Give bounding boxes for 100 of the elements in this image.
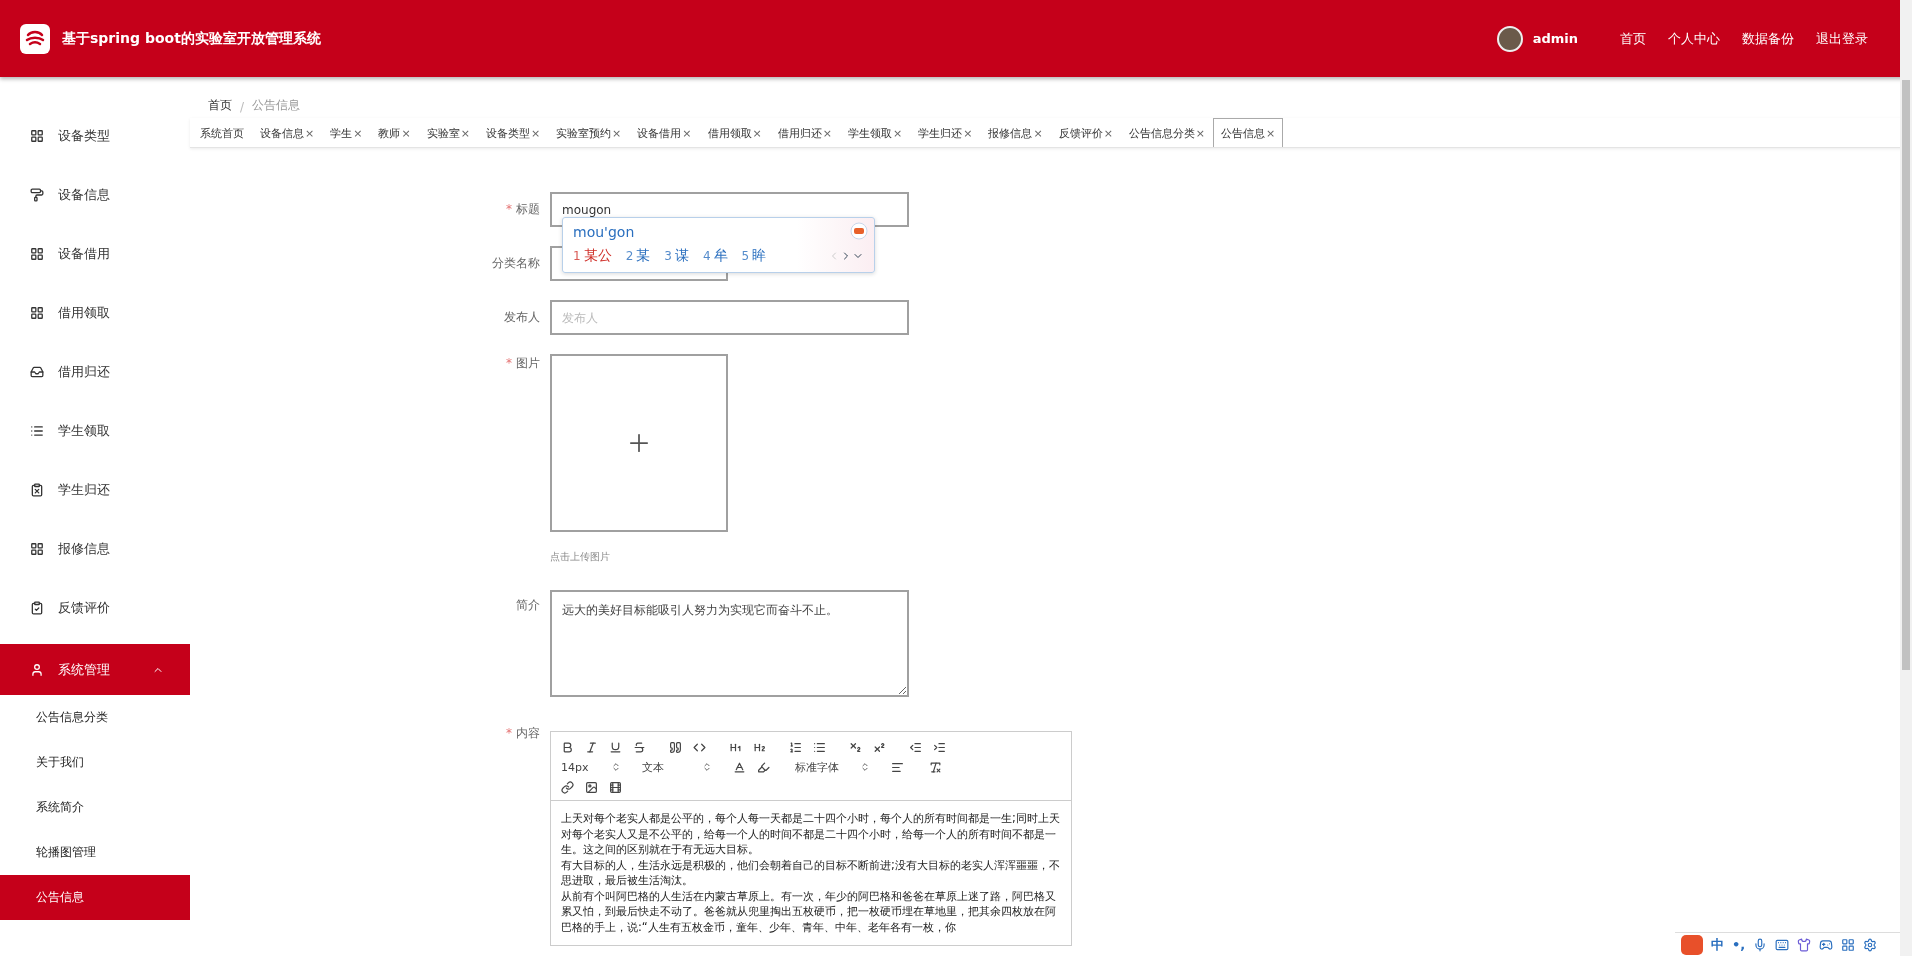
sidebar-group[interactable]: 系统管理: [0, 644, 190, 695]
background-color-button[interactable]: [757, 760, 770, 774]
close-icon[interactable]: ×: [1266, 126, 1276, 140]
sidebar-item[interactable]: 设备信息: [0, 165, 190, 224]
sidebar-item[interactable]: 借用归还: [0, 342, 190, 401]
italic-button[interactable]: [585, 740, 598, 754]
close-icon[interactable]: ×: [963, 126, 973, 140]
close-icon[interactable]: ×: [401, 126, 411, 140]
sidebar-item[interactable]: 学生归还: [0, 460, 190, 519]
keyboard-icon[interactable]: [1775, 937, 1790, 952]
tab[interactable]: 反馈评价×: [1050, 118, 1121, 147]
required-asterisk: *: [506, 202, 512, 216]
tab[interactable]: 设备信息×: [252, 118, 323, 147]
close-icon[interactable]: ×: [752, 126, 762, 140]
avatar[interactable]: [1496, 25, 1523, 52]
ime-candidate[interactable]: 4 牟: [702, 247, 728, 265]
logo-icon: [20, 23, 50, 54]
ime-candidate[interactable]: 2 某: [625, 247, 651, 265]
sidebar-item[interactable]: 学生领取: [0, 401, 190, 460]
ime-candidate[interactable]: 3 谋: [664, 247, 689, 265]
font-family-select[interactable]: 标准字体: [795, 759, 870, 775]
outdent-button[interactable]: [909, 740, 922, 754]
close-icon[interactable]: ×: [305, 126, 315, 140]
breadcrumb-separator: /: [240, 100, 245, 114]
sidebar-item[interactable]: 借用领取: [0, 283, 190, 342]
ime-logo-icon: [1681, 934, 1703, 955]
sidebar-item[interactable]: 反馈评价: [0, 578, 190, 637]
font-size-select[interactable]: 14px: [561, 760, 621, 774]
tab[interactable]: 学生归还×: [910, 118, 981, 147]
textarea-field[interactable]: 远大的美好目标能吸引人努力为实现它而奋斗不止。: [550, 590, 909, 697]
nav-link[interactable]: 个人中心: [1668, 29, 1720, 48]
tab[interactable]: 公告信息×: [1213, 118, 1284, 147]
video-button[interactable]: [609, 780, 622, 794]
tab[interactable]: 学生领取×: [839, 118, 911, 147]
sidebar-subitem[interactable]: 轮播图管理: [0, 830, 190, 875]
ime-mode[interactable]: 中: [1711, 935, 1724, 954]
gamepad-icon[interactable]: [1819, 937, 1834, 952]
close-icon[interactable]: ×: [353, 126, 363, 140]
close-icon[interactable]: ×: [1033, 126, 1043, 140]
input-field[interactable]: 发布人: [550, 300, 909, 335]
tab[interactable]: 借用归还×: [769, 118, 840, 147]
close-icon[interactable]: ×: [892, 126, 903, 140]
subscript-button[interactable]: [849, 740, 862, 754]
font-color-button[interactable]: [733, 760, 746, 774]
close-icon[interactable]: ×: [1103, 126, 1113, 140]
grid-icon: [30, 541, 44, 556]
tab[interactable]: 报修信息×: [980, 118, 1051, 147]
ime-candidate[interactable]: 1 某公: [573, 247, 612, 265]
indent-button[interactable]: [933, 740, 946, 754]
tab[interactable]: 教师×: [370, 118, 419, 147]
sidebar-subitem[interactable]: 公告信息分类: [0, 695, 190, 740]
align-button[interactable]: [891, 760, 904, 774]
tab[interactable]: 实验室×: [418, 118, 478, 147]
field-label: 简介: [515, 597, 541, 614]
tab[interactable]: 系统首页: [192, 118, 252, 147]
close-icon[interactable]: ×: [460, 126, 470, 140]
link-button[interactable]: [561, 780, 574, 794]
breadcrumb-link[interactable]: 首页: [208, 97, 232, 114]
clear-format-button[interactable]: [929, 760, 942, 774]
close-icon[interactable]: ×: [1195, 126, 1206, 140]
nav-link[interactable]: 退出登录: [1816, 29, 1868, 48]
ime-candidate[interactable]: 5 眸: [741, 247, 767, 265]
sidebar-item[interactable]: 报修信息: [0, 519, 190, 578]
nav-link[interactable]: 数据备份: [1742, 29, 1794, 48]
ime-punctuation[interactable]: •,: [1732, 937, 1746, 952]
sidebar-subitem[interactable]: 关于我们: [0, 740, 190, 785]
grid-icon: [30, 305, 44, 320]
bold-button[interactable]: [561, 740, 574, 754]
sidebar-item[interactable]: 设备类型: [0, 106, 190, 165]
ordered-list-button[interactable]: [789, 740, 802, 754]
close-icon[interactable]: ×: [612, 126, 622, 140]
required-asterisk: *: [506, 356, 512, 370]
close-icon[interactable]: ×: [682, 126, 692, 140]
image-button[interactable]: [585, 780, 598, 794]
close-icon[interactable]: ×: [530, 126, 541, 140]
sidebar-subitem[interactable]: 系统简介: [0, 785, 190, 830]
grid-icon: [30, 128, 44, 143]
settings-icon[interactable]: [1863, 937, 1878, 952]
tab[interactable]: 公告信息分类×: [1120, 118, 1214, 147]
microphone-icon[interactable]: [1753, 937, 1768, 952]
bullet-list-button[interactable]: [813, 740, 826, 754]
sidebar-item[interactable]: 设备借用: [0, 224, 190, 283]
quote-button[interactable]: [669, 740, 682, 754]
editor-paragraph: 上天对每个老实人都是公平的，每个人每一天都是二十四个小时，每个人的所有时间都是一生;同时上天对每个老实人又是不公平的，给每一个人的时间不都是二十四个小时，给每一个人的所有时间不都是一生。这之间的区别就在于有无远大目标。: [561, 811, 1061, 858]
tab[interactable]: 设备类型×: [477, 118, 549, 147]
strikethrough-button[interactable]: [633, 740, 646, 754]
nav-link[interactable]: 首页: [1620, 29, 1646, 48]
tab[interactable]: 设备借用×: [629, 118, 700, 147]
grid-icon: [30, 246, 44, 261]
block-format-select[interactable]: 文本: [642, 759, 712, 775]
tab[interactable]: 借用领取×: [699, 118, 770, 147]
shirt-icon[interactable]: [1797, 937, 1812, 952]
superscript-button[interactable]: [873, 740, 886, 754]
upload-box[interactable]: [550, 354, 728, 532]
underline-button[interactable]: [609, 740, 622, 754]
sidebar-subitem[interactable]: 公告信息: [0, 875, 190, 920]
tab[interactable]: 学生×: [322, 118, 371, 147]
apps-icon[interactable]: [1841, 937, 1856, 952]
close-icon[interactable]: ×: [822, 126, 832, 140]
tab[interactable]: 实验室预约×: [548, 118, 630, 147]
